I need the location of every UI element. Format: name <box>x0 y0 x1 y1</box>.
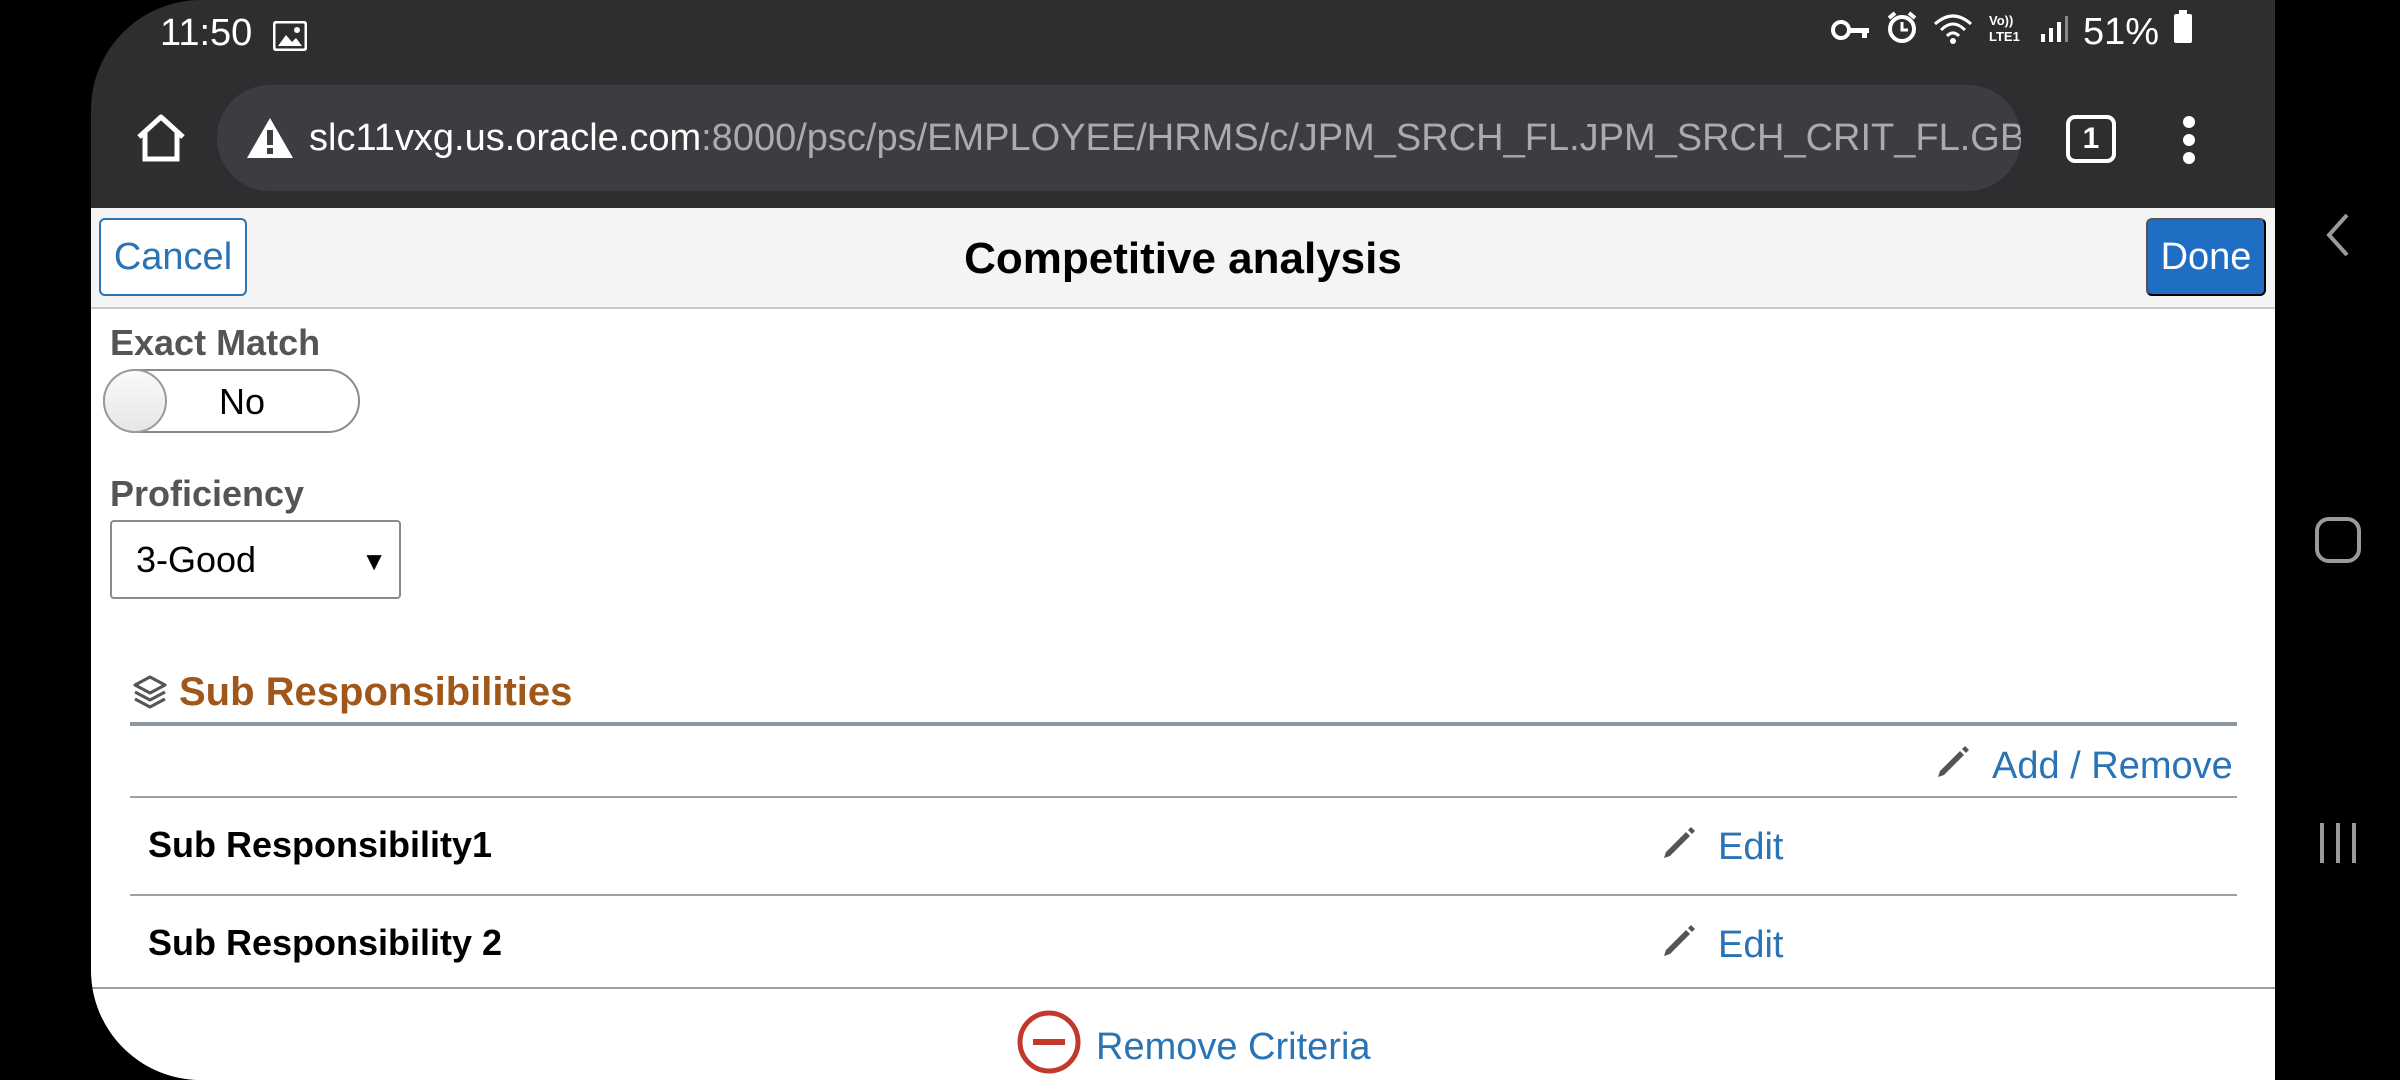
browser-toolbar: slc11vxg.us.oracle.com:8000/psc/ps/EMPLO… <box>91 68 2275 208</box>
status-icons: Vo)) LTE1 51% <box>1830 10 2193 54</box>
proficiency-select[interactable]: 3-Good ▼ <box>110 520 401 599</box>
bottom-action-bar: Remove Criteria <box>91 987 2275 1080</box>
url-text[interactable]: slc11vxg.us.oracle.com:8000/psc/ps/EMPLO… <box>309 117 2021 160</box>
layers-icon <box>132 674 168 715</box>
exact-match-label: Exact Match <box>110 322 321 363</box>
address-bar[interactable]: slc11vxg.us.oracle.com:8000/psc/ps/EMPLO… <box>217 85 2021 191</box>
proficiency-label: Proficiency <box>110 473 305 514</box>
url-path: :8000/psc/ps/EMPLOYEE/HRMS/c/JPM_SRCH_FL… <box>701 116 2021 159</box>
recent-apps-icon[interactable] <box>2275 818 2400 868</box>
battery-percent: 51% <box>2082 10 2159 53</box>
vpn-key-icon <box>1830 11 1871 54</box>
page-header: Cancel Competitive analysis Done <box>91 208 2275 309</box>
add-remove-label: Add / Remove <box>1992 744 2233 787</box>
pencil-icon <box>1660 920 1700 970</box>
image-notification-icon <box>272 18 308 61</box>
status-time: 11:50 <box>160 12 253 54</box>
tab-switcher-button[interactable]: 1 <box>2066 115 2116 163</box>
done-button[interactable]: Done <box>2146 218 2266 296</box>
row-title: Sub Responsibility 2 <box>148 922 503 963</box>
url-host: slc11vxg.us.oracle.com <box>309 116 702 159</box>
add-remove-link[interactable]: Add / Remove <box>1934 736 2233 796</box>
remove-criteria-label: Remove Criteria <box>1096 1025 1371 1068</box>
edit-label: Edit <box>1718 923 1784 966</box>
exact-match-toggle[interactable]: No <box>103 369 360 433</box>
sub-responsibilities-header: Sub Responsibilities <box>130 660 2237 726</box>
more-options-icon[interactable] <box>2169 110 2209 170</box>
alarm-icon <box>1885 10 1919 54</box>
svg-text:LTE1: LTE1 <box>1989 29 2020 44</box>
wifi-icon <box>1933 11 1973 54</box>
exact-match-value: No <box>219 381 266 422</box>
pencil-icon <box>1934 741 1974 791</box>
svg-text:Vo)): Vo)) <box>1989 13 2013 28</box>
status-bar: 11:50 Vo)) LTE1 51% <box>91 0 2275 68</box>
remove-criteria-button[interactable]: Remove Criteria <box>1016 1009 1371 1080</box>
home-nav-icon[interactable] <box>2275 512 2400 568</box>
volte-icon: Vo)) LTE1 <box>1987 11 2025 54</box>
signal-icon <box>2039 11 2069 54</box>
home-icon[interactable] <box>127 104 195 172</box>
section-title: Sub Responsibilities <box>179 670 573 714</box>
warning-icon[interactable] <box>245 111 295 165</box>
edit-link[interactable]: Edit <box>1660 822 1783 872</box>
list-item: Sub Responsibility 2 Edit <box>130 894 2237 992</box>
edit-link[interactable]: Edit <box>1660 920 1783 970</box>
dropdown-caret-icon: ▼ <box>361 546 387 576</box>
remove-circle-icon <box>1016 1009 1082 1080</box>
battery-icon <box>2173 10 2193 54</box>
web-content: Cancel Competitive analysis Done Exact M… <box>91 208 2275 1080</box>
back-icon[interactable] <box>2275 205 2400 265</box>
system-navigation-bar <box>2275 0 2400 1080</box>
toggle-knob[interactable] <box>103 369 167 433</box>
row-title: Sub Responsibility1 <box>148 824 493 865</box>
tab-count: 1 <box>2082 122 2100 155</box>
page-title: Competitive analysis <box>964 234 1402 283</box>
proficiency-value: 3-Good <box>136 539 257 580</box>
pencil-icon <box>1660 822 1700 872</box>
phone-screen: 11:50 Vo)) LTE1 51% slc11vxg.us.oracle.c… <box>91 0 2275 1080</box>
list-item: Sub Responsibility1 Edit <box>130 796 2237 894</box>
edit-label: Edit <box>1718 825 1784 868</box>
